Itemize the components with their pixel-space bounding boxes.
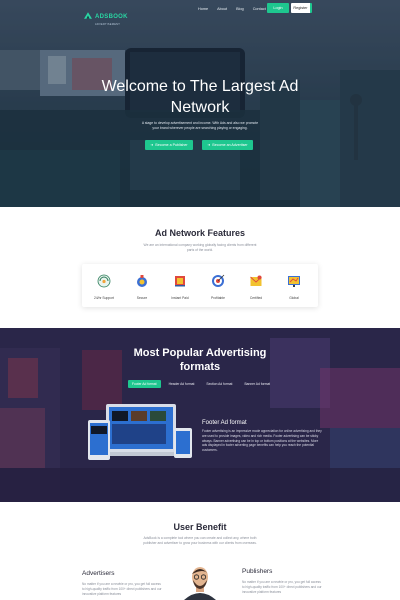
feature-label: 24/hr Support [94,296,114,300]
feature-item: Profitable [200,274,236,300]
devices-mockup-image [88,404,192,460]
logo-wordmark: ADSBOOK ADVERTISEMENT [95,5,128,26]
feature-label: Global [289,296,299,300]
formats-title-line1: Most Popular Advertising [133,347,267,359]
tab-header-ad[interactable]: Header Ad format [165,380,199,388]
certified-icon [250,275,262,286]
feature-item: 24/hr Support [86,274,122,300]
publishers-text: No matter if you are a newbie or pro, yo… [242,580,322,594]
format-tabs: Footer Ad format Header Ad format Sectio… [128,380,274,388]
hero-title-line1: Welcome to The Largest Ad [101,78,299,95]
global-icon [288,276,300,287]
become-advertiser-label: Become an Advertiser [212,143,248,147]
login-button[interactable]: Login [267,3,289,13]
publishers-title: Publishers [242,568,273,575]
hero-title: Welcome to The Largest Ad Network [0,76,400,118]
benefit-subtitle: AdsBook is a complete tool where you can… [143,536,257,545]
arrow-right-icon: ➜ [150,143,154,147]
logo-subtext: ADVERTISEMENT [95,23,121,26]
arrow-right-icon: ➜ [207,143,211,147]
benefit-section: User Benefit AdsBook is a complete tool … [0,502,400,600]
payment-icon [175,276,185,287]
become-publisher-label: Become a Publisher [155,143,188,147]
hero-section: ADSBOOK ADVERTISEMENT Home About Blog Co… [0,0,400,207]
formats-title-line2: formats [179,361,221,373]
features-subtitle: We are an international company working … [143,243,257,252]
format-detail-text: Footer advertising is an impressive mode… [202,429,322,453]
logo-mark-icon [84,12,92,19]
feature-label: Instant Paid [171,296,189,300]
advertisers-title: Advertisers [82,570,115,577]
logo-text: ADSBOOK [95,14,128,20]
feature-label: Certified [249,296,263,300]
feature-item: Global [276,274,312,300]
tab-banner-ad[interactable]: Banner Ad format [240,380,274,388]
tab-section-ad[interactable]: Section Ad format [202,380,236,388]
target-icon [212,274,225,287]
hero-subtitle: A stage to develop advertisement and inc… [141,121,259,130]
nav-link-contact[interactable]: Contact [253,7,266,11]
benefit-title: User Benefit [173,522,227,532]
nav-link-home[interactable]: Home [198,7,208,11]
nav-link-blog[interactable]: Blog [236,7,244,11]
feature-item: Certified [238,274,274,300]
secure-icon [137,275,147,287]
formats-title: Most Popular Advertising formats [0,346,400,374]
user-avatar-photo [184,567,216,600]
feature-item: Secure [124,274,160,300]
format-detail-title: Footer Ad format [202,420,247,426]
top-navbar: ADSBOOK ADVERTISEMENT Home About Blog Co… [0,0,400,26]
tab-footer-ad[interactable]: Footer Ad format [128,380,161,388]
feature-label: Profitable [211,296,225,300]
become-advertiser-button[interactable]: ➜ Become an Advertiser [202,140,253,150]
register-button[interactable]: Register [291,3,312,13]
formats-section: Most Popular Advertising formats Footer … [0,328,400,502]
features-card: 24/hr Support Secure Instant Paid Profit… [82,264,318,307]
features-section: Ad Network Features We are an internatio… [0,207,400,328]
nav-links: Home About Blog Contact [198,7,266,11]
feature-item: Instant Paid [162,274,198,300]
hero-title-line2: Network [170,99,230,116]
nav-link-about[interactable]: About [217,7,227,11]
feature-label: Secure [136,296,148,300]
brand-logo[interactable]: ADSBOOK ADVERTISEMENT [84,5,128,26]
features-title: Ad Network Features [154,228,246,238]
become-publisher-button[interactable]: ➜ Become a Publisher [145,140,193,150]
advertisers-text: No matter if you are a newbie or pro, yo… [82,582,162,596]
support-icon [97,274,111,288]
